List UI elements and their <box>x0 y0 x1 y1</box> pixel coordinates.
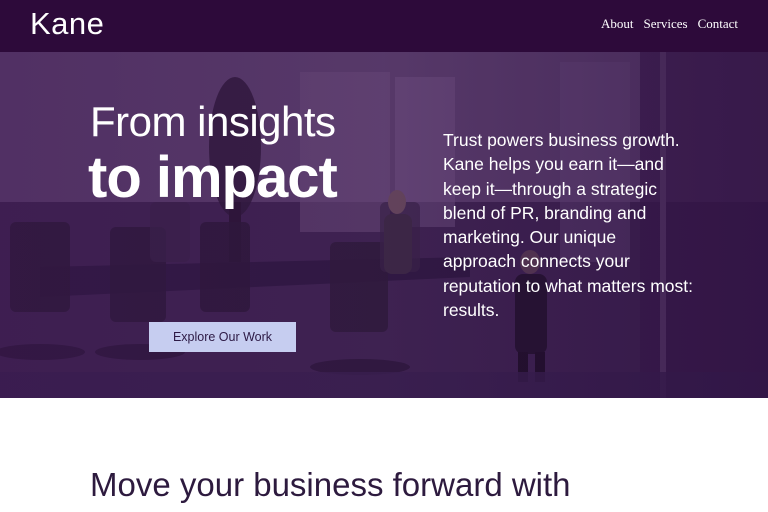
main-nav: About Services Contact <box>601 16 738 32</box>
hero-section: From insights to impact Explore Our Work… <box>0 52 768 398</box>
kane-logo[interactable]: Kane <box>30 8 104 39</box>
explore-our-work-button[interactable]: Explore Our Work <box>149 322 296 352</box>
hero-description: Trust powers business growth. Kane helps… <box>443 130 693 321</box>
section-heading: Move your business forward with <box>90 466 571 503</box>
nav-link-about[interactable]: About <box>601 16 634 32</box>
nav-link-contact[interactable]: Contact <box>698 16 738 32</box>
hero-headline-line2: to impact <box>88 145 338 210</box>
hero-headline-line1: From insights <box>90 98 336 145</box>
nav-link-services[interactable]: Services <box>644 16 688 32</box>
site-header: Kane About Services Contact <box>0 0 768 52</box>
